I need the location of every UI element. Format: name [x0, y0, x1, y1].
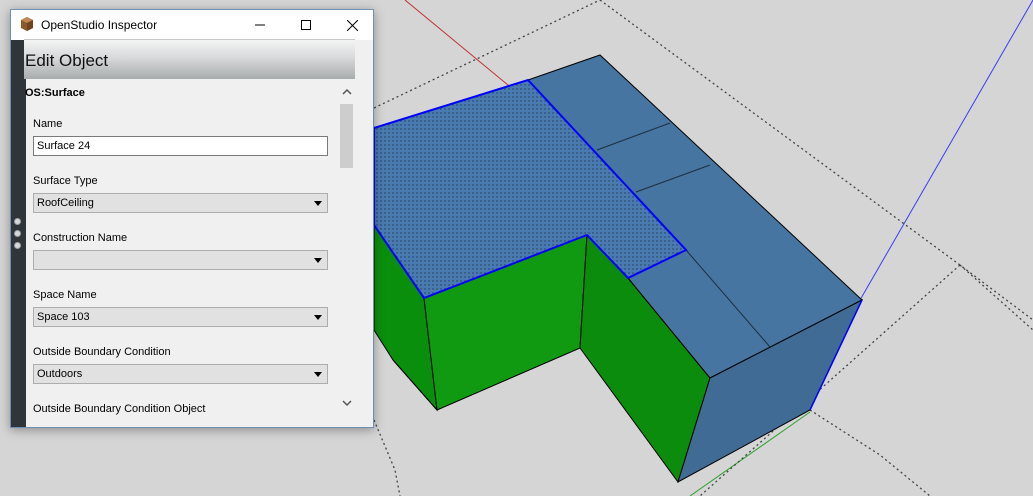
close-icon — [346, 19, 358, 31]
object-class-name: OS:Surface — [25, 87, 85, 99]
maximize-icon — [301, 20, 311, 30]
outside-boundary-condition-select[interactable]: Outdoors — [33, 364, 328, 384]
edit-object-header: Edit Object — [24, 39, 355, 79]
space-name-select[interactable]: Space 103 — [33, 307, 328, 327]
chevron-down-icon[interactable] — [342, 400, 352, 407]
window-title: OpenStudio Inspector — [41, 18, 158, 32]
scrollbar-thumb[interactable] — [340, 104, 353, 168]
chevron-down-icon — [314, 315, 322, 320]
minimize-button[interactable] — [237, 10, 283, 40]
minimize-icon — [255, 24, 265, 26]
name-input[interactable] — [33, 136, 328, 156]
chevron-down-icon — [314, 372, 322, 377]
title-bar[interactable]: OpenStudio Inspector — [11, 10, 373, 40]
chevron-down-icon — [314, 201, 322, 206]
outside-boundary-condition-label: Outside Boundary Condition — [33, 346, 171, 358]
openstudio-box-icon — [21, 17, 33, 31]
space-name-label: Space Name — [33, 289, 97, 301]
surface-type-label: Surface Type — [33, 175, 98, 187]
header-title: Edit Object — [25, 51, 109, 70]
outside-boundary-condition-value: Outdoors — [37, 368, 83, 380]
outside-boundary-condition-object-label: Outside Boundary Condition Object — [33, 403, 206, 415]
close-button[interactable] — [329, 10, 375, 40]
chevron-down-icon — [314, 258, 322, 263]
name-label: Name — [33, 118, 63, 130]
surface-type-value: RoofCeiling — [37, 197, 94, 209]
construction-name-select[interactable] — [33, 250, 328, 270]
maximize-button[interactable] — [283, 10, 329, 40]
vertical-scrollbar[interactable] — [339, 82, 356, 417]
object-fields-panel: OS:Surface Name Surface Type RoofCeiling… — [15, 82, 339, 417]
chevron-up-icon[interactable] — [342, 88, 352, 95]
construction-name-label: Construction Name — [33, 232, 128, 244]
surface-type-select[interactable]: RoofCeiling — [33, 193, 328, 213]
space-name-value: Space 103 — [37, 311, 90, 323]
